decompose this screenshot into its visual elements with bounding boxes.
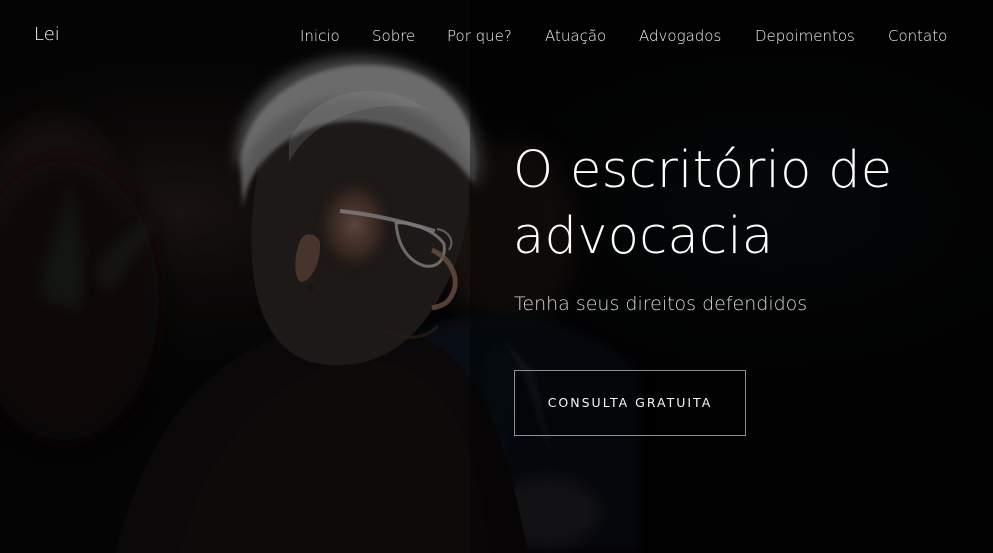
nav-item-por-que[interactable]: Por que? (447, 26, 512, 46)
nav-item-advogados[interactable]: Advogados (639, 26, 721, 46)
brand-logo[interactable]: Lei (34, 23, 60, 47)
top-navigation: Lei Inicio Sobre Por que? Atuação Advoga… (0, 0, 993, 72)
nav-item-atuacao[interactable]: Atuação (545, 26, 606, 46)
hero-background-image (0, 0, 993, 553)
nav-item-depoimentos[interactable]: Depoimentos (755, 26, 855, 46)
hero-subtitle: Tenha seus direitos defendidos (514, 293, 808, 315)
nav-item-inicio[interactable]: Inicio (300, 26, 340, 46)
hero-title: O escritório de advocacia (513, 141, 893, 266)
nav-item-sobre[interactable]: Sobre (372, 26, 415, 46)
hero-section: Lei Inicio Sobre Por que? Atuação Advoga… (0, 0, 993, 553)
nav-item-contato[interactable]: Contato (888, 26, 947, 46)
free-consultation-button[interactable]: CONSULTA GRATUITA (514, 370, 746, 436)
